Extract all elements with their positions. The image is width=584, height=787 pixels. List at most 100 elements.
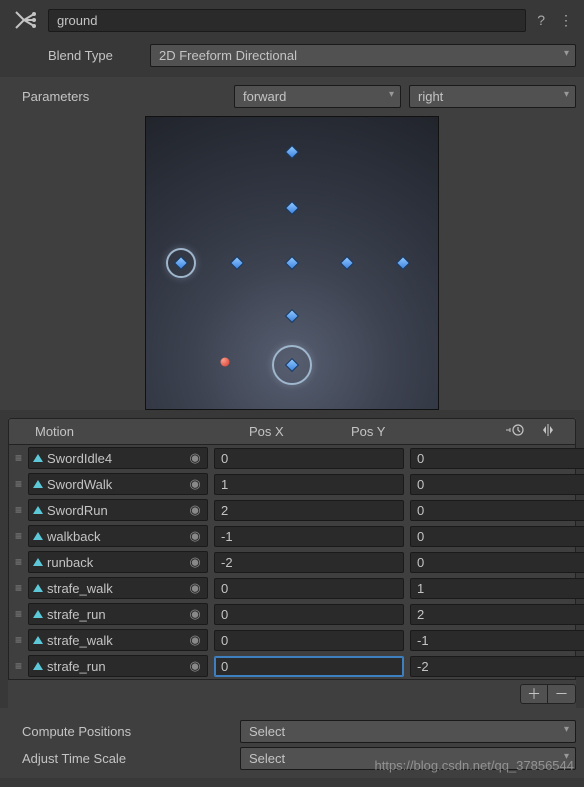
table-row: ≡ runback◉ bbox=[8, 549, 576, 575]
col-posy: Pos Y bbox=[351, 424, 447, 439]
motion-name: SwordIdle4 bbox=[47, 451, 183, 466]
blend-point[interactable] bbox=[340, 256, 354, 270]
object-picker-icon[interactable]: ◉ bbox=[187, 606, 203, 622]
drag-handle[interactable]: ≡ bbox=[15, 477, 22, 491]
compute-positions-dropdown[interactable]: Select bbox=[240, 720, 576, 743]
posx-input[interactable] bbox=[214, 630, 404, 651]
motion-field[interactable]: runback◉ bbox=[28, 551, 208, 573]
posx-input[interactable] bbox=[214, 526, 404, 547]
posy-input[interactable] bbox=[410, 578, 584, 599]
blend-point[interactable] bbox=[285, 308, 299, 322]
drag-handle[interactable]: ≡ bbox=[15, 529, 22, 543]
col-timescale bbox=[453, 423, 533, 440]
table-row: ≡ SwordRun ◉ bbox=[8, 497, 576, 523]
motion-name: SwordWalk bbox=[47, 477, 183, 492]
motion-field[interactable]: strafe_walk ◉ bbox=[28, 577, 208, 599]
blendtree-name-input[interactable] bbox=[48, 9, 526, 32]
blendtree-icon bbox=[8, 4, 40, 36]
object-picker-icon[interactable]: ◉ bbox=[187, 450, 203, 466]
motion-field[interactable]: SwordWalk ◉ bbox=[28, 473, 208, 495]
motion-name: walkback bbox=[47, 529, 183, 544]
drag-handle[interactable]: ≡ bbox=[15, 503, 22, 517]
posx-input[interactable] bbox=[214, 474, 404, 495]
blend-point[interactable] bbox=[396, 256, 410, 270]
posy-input[interactable] bbox=[410, 526, 584, 547]
drag-handle[interactable]: ≡ bbox=[15, 659, 22, 673]
motion-field[interactable]: walkback ◉ bbox=[28, 525, 208, 547]
add-button[interactable]: ＋ bbox=[520, 684, 548, 704]
posx-input[interactable] bbox=[214, 500, 404, 521]
object-picker-icon[interactable]: ◉ bbox=[187, 476, 203, 492]
selection-ring bbox=[166, 248, 196, 278]
table-header: Motion Pos X Pos Y bbox=[8, 418, 576, 445]
animclip-icon bbox=[33, 506, 43, 514]
motion-name: strafe_walk bbox=[47, 581, 183, 596]
add-remove-buttons: ＋ － bbox=[8, 680, 576, 708]
drag-handle[interactable]: ≡ bbox=[15, 607, 22, 621]
help-icon[interactable]: ? bbox=[534, 12, 548, 28]
drag-handle[interactable]: ≡ bbox=[15, 555, 22, 569]
motion-name: SwordRun bbox=[47, 503, 183, 518]
parameters-row: Parameters forward right bbox=[0, 77, 584, 116]
table-row: ≡ walkback ◉ bbox=[8, 523, 576, 549]
blend-point[interactable] bbox=[285, 256, 299, 270]
blend-type-label: Blend Type bbox=[48, 48, 142, 63]
object-picker-icon[interactable]: ◉ bbox=[187, 580, 203, 596]
compute-positions-label: Compute Positions bbox=[22, 724, 232, 739]
table-row: ≡strafe_run◉✓ bbox=[8, 653, 576, 680]
table-row: ≡ SwordIdle4 ◉ bbox=[8, 445, 576, 471]
animclip-icon bbox=[33, 532, 43, 540]
drag-handle[interactable]: ≡ bbox=[15, 633, 22, 647]
posx-input[interactable] bbox=[214, 448, 404, 469]
blend-point[interactable] bbox=[229, 256, 243, 270]
adjust-time-label: Adjust Time Scale bbox=[22, 751, 232, 766]
adjust-time-dropdown[interactable]: Select bbox=[240, 747, 576, 770]
param-x-dropdown[interactable]: forward bbox=[234, 85, 401, 108]
object-picker-icon[interactable]: ◉ bbox=[187, 502, 203, 518]
object-picker-icon[interactable]: ◉ bbox=[187, 658, 203, 674]
motion-name: strafe_run bbox=[47, 607, 183, 622]
animclip-icon bbox=[33, 480, 43, 488]
animclip-icon bbox=[33, 584, 43, 592]
animclip-icon bbox=[33, 636, 43, 644]
posy-input[interactable] bbox=[410, 474, 584, 495]
remove-button[interactable]: － bbox=[548, 684, 576, 704]
posy-input[interactable] bbox=[410, 448, 584, 469]
col-motion: Motion bbox=[35, 424, 243, 439]
table-row: ≡ strafe_walk ◉ bbox=[8, 575, 576, 601]
sample-point[interactable] bbox=[220, 358, 229, 367]
posy-input[interactable] bbox=[410, 500, 584, 521]
blend-type-dropdown[interactable]: 2D Freeform Directional bbox=[150, 44, 576, 67]
motion-field[interactable]: strafe_run ◉ bbox=[28, 603, 208, 625]
posy-input[interactable] bbox=[410, 630, 584, 651]
drag-handle[interactable]: ≡ bbox=[15, 581, 22, 595]
posx-input[interactable] bbox=[214, 656, 404, 677]
motion-name: strafe_walk bbox=[47, 633, 183, 648]
object-picker-icon[interactable]: ◉ bbox=[187, 554, 203, 570]
table-row: ≡ strafe_run ◉ bbox=[8, 601, 576, 627]
motion-field[interactable]: strafe_walk ◉ bbox=[28, 629, 208, 651]
blend-graph[interactable] bbox=[145, 116, 439, 410]
timescale-icon bbox=[453, 423, 525, 437]
object-picker-icon[interactable]: ◉ bbox=[187, 528, 203, 544]
posy-input[interactable] bbox=[410, 604, 584, 625]
bottom-section: Compute Positions Select Adjust Time Sca… bbox=[0, 708, 584, 778]
motion-table: Motion Pos X Pos Y ≡ SwordIdle4 ◉ ≡ SwordWal… bbox=[8, 418, 576, 680]
motion-field[interactable]: strafe_run◉ bbox=[28, 655, 208, 677]
blend-type-row: Blend Type 2D Freeform Directional bbox=[0, 40, 584, 77]
blend-point[interactable] bbox=[285, 200, 299, 214]
table-row: ≡strafe_walk◉✓ bbox=[8, 627, 576, 653]
posy-input[interactable] bbox=[410, 552, 584, 573]
posx-input[interactable] bbox=[214, 578, 404, 599]
menu-icon[interactable]: ⋮ bbox=[556, 12, 576, 29]
blend-point[interactable] bbox=[285, 145, 299, 159]
object-picker-icon[interactable]: ◉ bbox=[187, 632, 203, 648]
motion-field[interactable]: SwordIdle4 ◉ bbox=[28, 447, 208, 469]
posy-input[interactable] bbox=[410, 656, 584, 677]
mirror-icon bbox=[541, 425, 555, 440]
drag-handle[interactable]: ≡ bbox=[15, 451, 22, 465]
posx-input[interactable] bbox=[214, 552, 404, 573]
motion-field[interactable]: SwordRun ◉ bbox=[28, 499, 208, 521]
posx-input[interactable] bbox=[214, 604, 404, 625]
param-y-dropdown[interactable]: right bbox=[409, 85, 576, 108]
